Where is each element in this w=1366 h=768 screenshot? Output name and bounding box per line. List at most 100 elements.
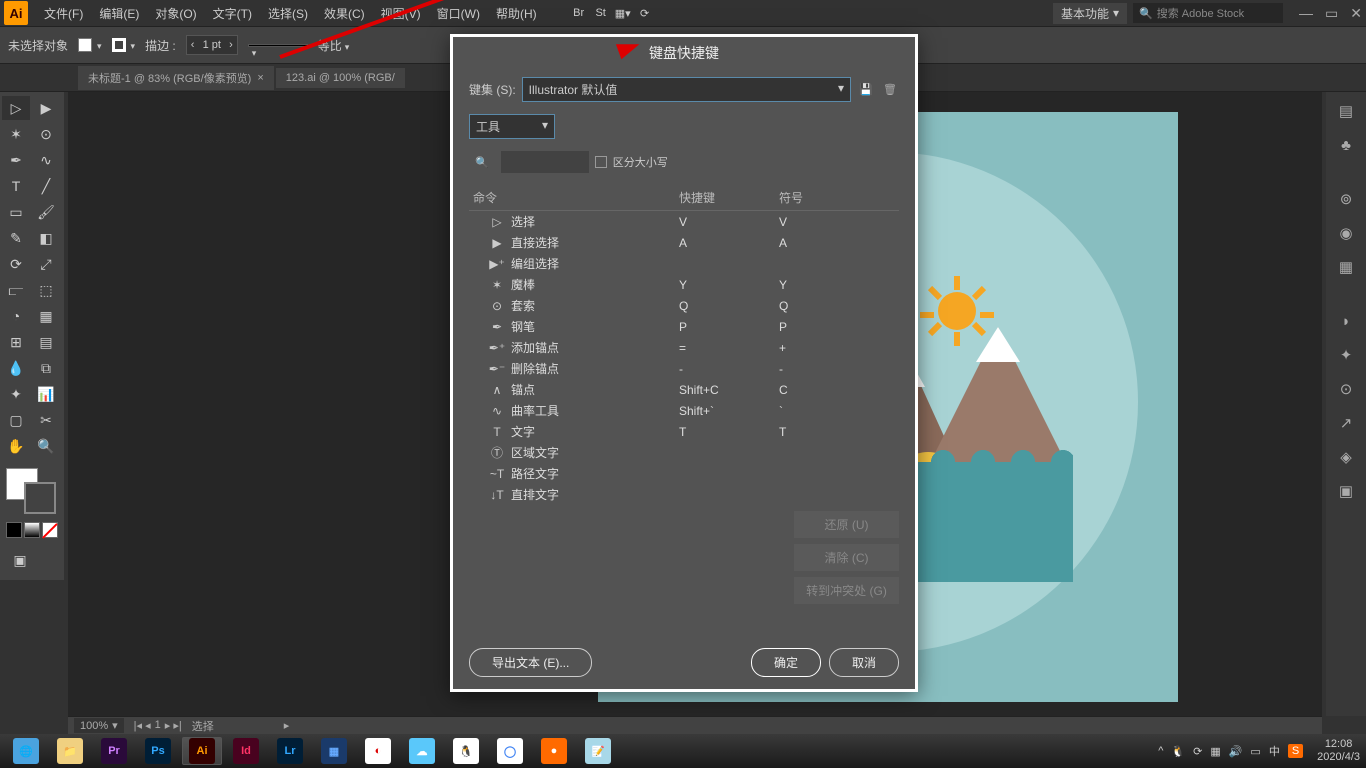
cc-panel-icon[interactable]: ⊚ (1335, 188, 1357, 210)
command-row[interactable]: T文字TT (469, 421, 899, 442)
tray-ime-icon[interactable]: 中 (1269, 743, 1280, 759)
command-row[interactable]: Ⓣ区域文字 (469, 442, 899, 463)
screen-mode-icon[interactable]: ▣ (6, 548, 34, 572)
menu-item[interactable]: 窗口(W) (429, 1, 488, 26)
direct-selection-tool[interactable]: ▶ (32, 96, 60, 120)
eraser-tool[interactable]: ◧ (32, 226, 60, 250)
command-row[interactable]: ∿曲率工具Shift+`` (469, 400, 899, 421)
properties-panel-icon[interactable]: ▤ (1335, 100, 1357, 122)
command-row[interactable]: ~T路径文字 (469, 463, 899, 484)
column-graph-tool[interactable]: 📊 (32, 382, 60, 406)
blend-tool[interactable]: ⧉ (32, 356, 60, 380)
clock[interactable]: 12:08 2020/4/3 (1317, 738, 1360, 764)
magic-wand-tool[interactable]: ✶ (2, 122, 30, 146)
eyedropper-tool[interactable]: 💧 (2, 356, 30, 380)
hand-tool[interactable]: ✋ (2, 434, 30, 458)
share-panel-icon[interactable]: ↗ (1335, 412, 1357, 434)
ok-button[interactable]: 确定 (751, 648, 821, 677)
menu-item[interactable]: 对象(O) (147, 1, 204, 26)
close-icon[interactable]: × (257, 72, 263, 84)
set-dropdown[interactable]: Illustrator 默认值▾ (522, 77, 851, 102)
command-row[interactable]: ✒⁺添加锚点=+ (469, 337, 899, 358)
menu-item[interactable]: 编辑(E) (91, 1, 147, 26)
tray-volume-icon[interactable]: 🔊 (1229, 745, 1243, 758)
zoom-dropdown[interactable]: 100%▾ (74, 718, 124, 733)
command-list[interactable]: ▷选择VV▶直接选择AA▶⁺编组选择✶魔棒YY⊙套索QQ✒钢笔PP✒⁺添加锚点=… (469, 211, 899, 501)
case-sensitive-checkbox[interactable] (595, 156, 607, 168)
swatches-panel-icon[interactable]: ▦ (1335, 256, 1357, 278)
bridge-icon[interactable]: Br (569, 3, 589, 23)
menu-item[interactable]: 效果(C) (316, 1, 373, 26)
libraries-panel-icon[interactable]: ♣ (1335, 134, 1357, 156)
command-row[interactable]: ▶⁺编组选择 (469, 253, 899, 274)
taskbar-app[interactable]: 🐧 (446, 737, 486, 765)
gradient-mode-icon[interactable] (24, 522, 40, 538)
taskbar-app[interactable]: 📝 (578, 737, 618, 765)
command-row[interactable]: ∧锚点Shift+CC (469, 379, 899, 400)
none-mode-icon[interactable] (42, 522, 58, 538)
slice-tool[interactable]: ✂ (32, 408, 60, 432)
save-set-icon[interactable]: 💾 (857, 81, 875, 99)
command-row[interactable]: ✒钢笔PP (469, 316, 899, 337)
menu-item[interactable]: 文件(F) (36, 1, 91, 26)
tray-sogou-icon[interactable]: S (1288, 744, 1303, 758)
minimize-button[interactable]: — (1299, 5, 1313, 22)
color-mode-icon[interactable] (6, 522, 22, 538)
close-button[interactable]: ✕ (1350, 5, 1362, 22)
delete-set-icon[interactable]: 🗑 (881, 81, 899, 99)
brushes-panel-icon[interactable]: ◗ (1335, 310, 1357, 332)
taskbar-app[interactable]: Pr (94, 737, 134, 765)
taskbar-app[interactable]: ▦ (314, 737, 354, 765)
category-dropdown[interactable]: 工具▾ (469, 114, 555, 139)
tray-sync-icon[interactable]: ⟳ (1193, 745, 1202, 758)
search-shortcuts-input[interactable] (501, 151, 589, 173)
gradient-tool[interactable]: ▤ (32, 330, 60, 354)
scale-tool[interactable]: ⤢ (32, 252, 60, 276)
tab-document-1[interactable]: 未标题-1 @ 83% (RGB/像素预览)× (78, 66, 274, 90)
stroke-width-input[interactable]: ‹1 pt› (186, 35, 238, 55)
stroke-style-dropdown[interactable] (248, 44, 308, 47)
workspace-dropdown[interactable]: 基本功能▾ (1053, 3, 1127, 24)
gpu-icon[interactable]: ⟳ (635, 3, 655, 23)
taskbar-app[interactable]: 🌐 (6, 737, 46, 765)
shaper-tool[interactable]: ✎ (2, 226, 30, 250)
stock-icon[interactable]: St (591, 3, 611, 23)
symbols-panel-icon[interactable]: ✦ (1335, 344, 1357, 366)
color-panel-icon[interactable]: ◉ (1335, 222, 1357, 244)
restore-button[interactable]: ▭ (1325, 5, 1338, 22)
arrange-icon[interactable]: ▦▾ (613, 3, 633, 23)
stroke-swatch[interactable] (112, 38, 126, 52)
taskbar-app[interactable]: 📁 (50, 737, 90, 765)
taskbar-app[interactable]: ◐ (358, 737, 398, 765)
taskbar-app[interactable]: Lr (270, 737, 310, 765)
perspective-tool[interactable]: ▦ (32, 304, 60, 328)
command-row[interactable]: ✒⁻删除锚点-- (469, 358, 899, 379)
command-row[interactable]: ↓T直排文字 (469, 484, 899, 501)
tray-network-icon[interactable]: ▦ (1210, 745, 1220, 758)
taskbar-app[interactable]: ◯ (490, 737, 530, 765)
cancel-button[interactable]: 取消 (829, 648, 899, 677)
search-input[interactable]: 🔍 搜索 Adobe Stock (1133, 3, 1283, 23)
taskbar-app[interactable]: Ps (138, 737, 178, 765)
color-picker[interactable] (2, 466, 62, 516)
curvature-tool[interactable]: ∿ (32, 148, 60, 172)
artboard-nav[interactable]: |◂ ◂ 1 ▸ ▸| (134, 719, 182, 732)
stroke-panel-icon[interactable]: ⊙ (1335, 378, 1357, 400)
menu-item[interactable]: 文字(T) (205, 1, 260, 26)
export-text-button[interactable]: 导出文本 (E)... (469, 648, 592, 677)
line-tool[interactable]: ╱ (32, 174, 60, 198)
tab-document-2[interactable]: 123.ai @ 100% (RGB/ (276, 68, 405, 88)
zoom-tool[interactable]: 🔍 (32, 434, 60, 458)
artboards-panel-icon[interactable]: ▣ (1335, 480, 1357, 502)
taskbar-app[interactable]: ☁ (402, 737, 442, 765)
system-tray[interactable]: ^ 🐧 ⟳ ▦ 🔊 ▭ 中 S 12:08 2020/4/3 (1158, 738, 1360, 764)
command-row[interactable]: ✶魔棒YY (469, 274, 899, 295)
taskbar-app[interactable]: Id (226, 737, 266, 765)
mesh-tool[interactable]: ⊞ (2, 330, 30, 354)
shape-builder-tool[interactable]: ◔ (2, 304, 30, 328)
command-row[interactable]: ▷选择VV (469, 211, 899, 232)
type-tool[interactable]: T (2, 174, 30, 198)
menu-item[interactable]: 帮助(H) (488, 1, 545, 26)
layers-panel-icon[interactable]: ◈ (1335, 446, 1357, 468)
free-transform-tool[interactable]: ⬚ (32, 278, 60, 302)
